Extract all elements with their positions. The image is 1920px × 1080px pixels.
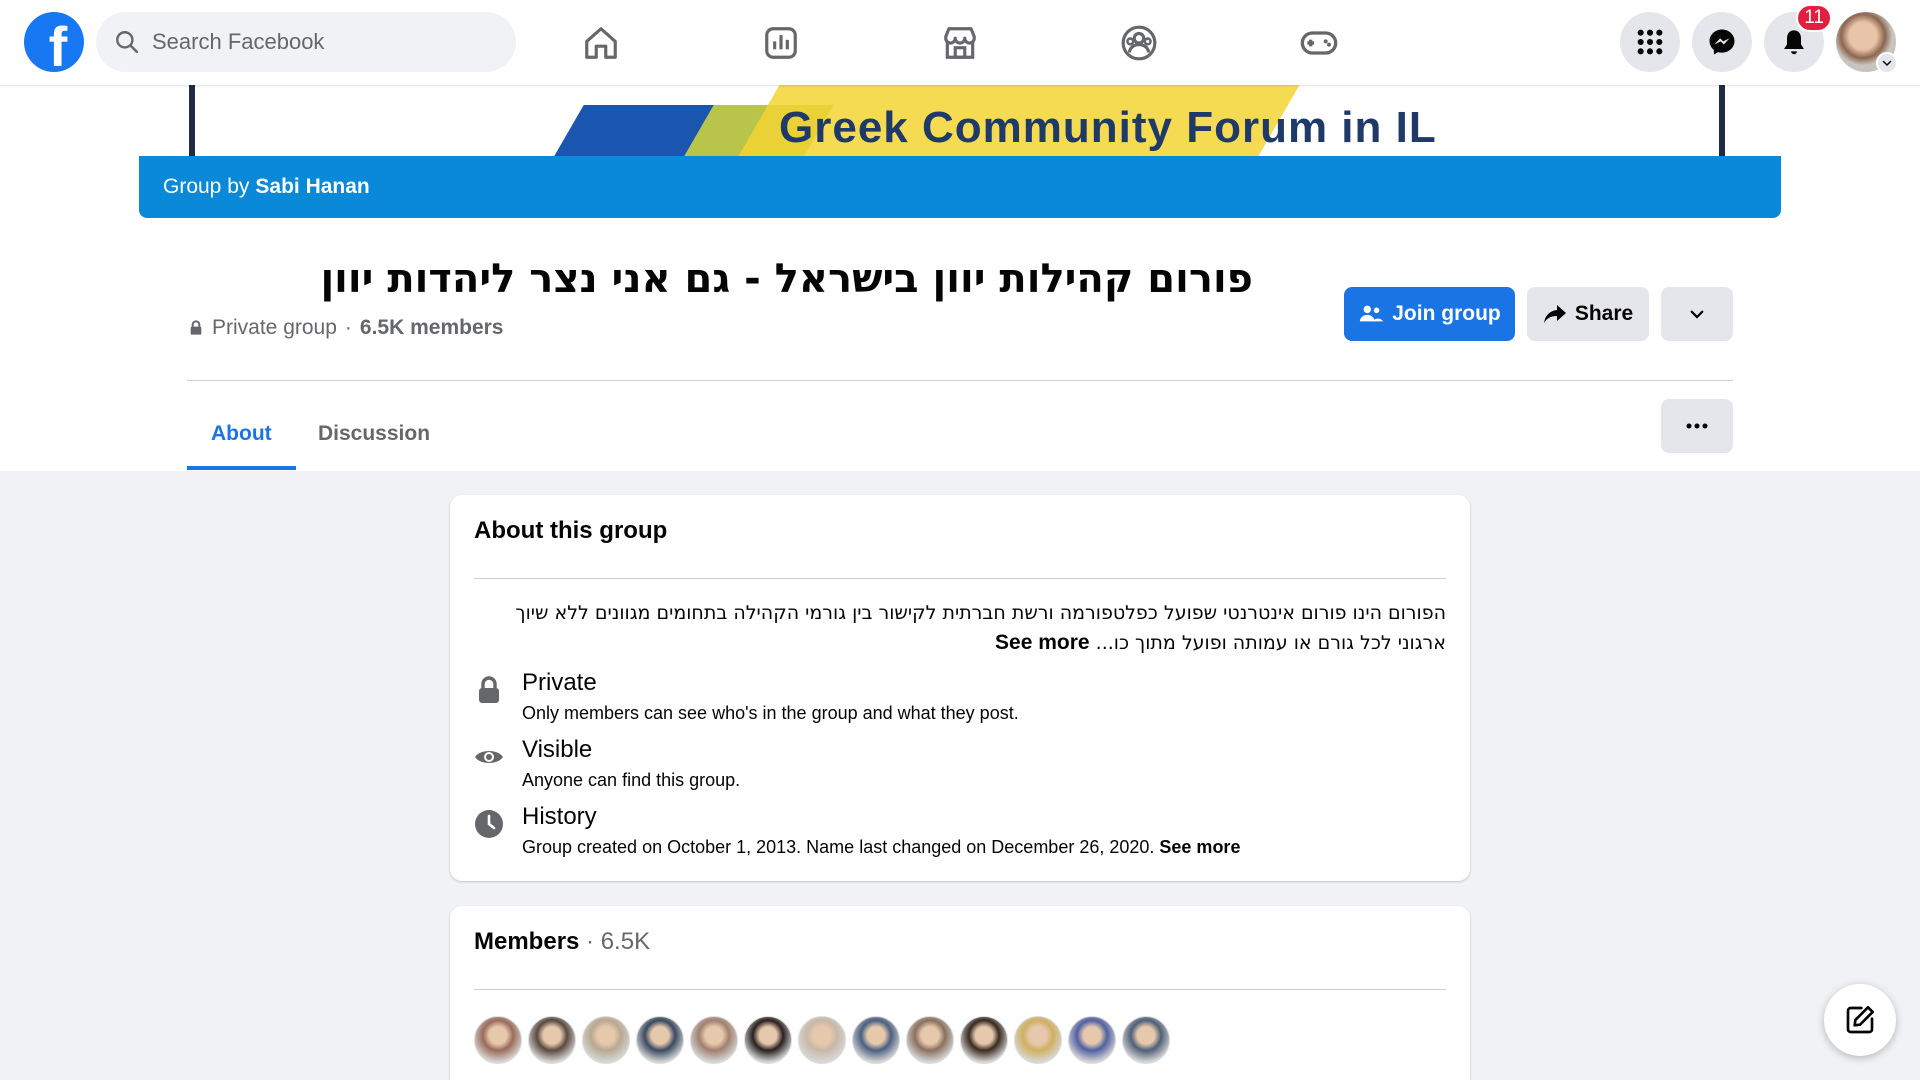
group-cover-photo[interactable]: Greek Community Forum in IL <box>139 85 1781 156</box>
members-heading: Members · 6.5K <box>474 928 650 956</box>
groups-icon[interactable] <box>1114 18 1164 68</box>
members-divider <box>474 989 1446 990</box>
member-avatar[interactable] <box>1122 1016 1170 1064</box>
description-line-2: ארגוני לכל גורם או עמותה ופועל מתוך כו..… <box>486 628 1446 658</box>
chevron-down-icon <box>1690 310 1704 319</box>
join-group-label: Join group <box>1392 302 1501 325</box>
member-avatar[interactable] <box>528 1016 576 1064</box>
share-button[interactable]: Share <box>1527 287 1649 341</box>
lock-icon <box>190 320 202 335</box>
member-avatar[interactable] <box>960 1016 1008 1064</box>
group-privacy-label[interactable]: Private group <box>212 316 337 340</box>
history-text: Group created on October 1, 2013. Name l… <box>522 837 1155 857</box>
member-avatar[interactable] <box>1068 1016 1116 1064</box>
cover-banner-text: Greek Community Forum in IL <box>779 103 1437 152</box>
search-input[interactable] <box>152 29 492 55</box>
member-avatar[interactable] <box>1014 1016 1062 1064</box>
notifications-button[interactable]: 11 <box>1764 4 1832 72</box>
tab-discussion[interactable]: Discussion <box>294 398 454 470</box>
group-member-count[interactable]: 6.5K members <box>360 316 504 340</box>
share-arrow-icon <box>1543 305 1566 323</box>
marketplace-icon[interactable] <box>935 18 985 68</box>
tab-about[interactable]: About <box>187 398 296 470</box>
history-title: History <box>522 803 597 830</box>
private-description: Only members can see who's in the group … <box>522 703 1019 723</box>
visible-title: Visible <box>522 736 593 763</box>
clock-icon <box>474 809 504 839</box>
tabs-more-button[interactable] <box>1661 399 1733 453</box>
facebook-logo-icon[interactable]: f <box>24 12 84 72</box>
cover-frame-left <box>189 85 195 156</box>
description-line-1: הפורום הינו פורום אינטרנטי שפועל כפלטפור… <box>515 602 1446 624</box>
about-group-card: About this group הפורום הינו פורום אינטר… <box>450 495 1470 881</box>
members-heading-separator: · <box>579 928 601 955</box>
member-avatar[interactable] <box>690 1016 738 1064</box>
member-avatar[interactable] <box>636 1016 684 1064</box>
search-box[interactable] <box>96 12 516 72</box>
cover-frame-right <box>1719 85 1725 156</box>
more-options-dropdown-button[interactable] <box>1661 287 1733 341</box>
about-divider <box>474 578 1446 579</box>
group-owner-link[interactable]: Sabi Hanan <box>255 175 369 199</box>
visible-description: Anyone can find this group. <box>522 770 741 790</box>
members-heading-label: Members <box>474 928 580 955</box>
top-navigation-bar: f 11 <box>0 0 1920 85</box>
history-description: Group created on October 1, 2013. Name l… <box>522 837 1240 858</box>
notification-count-badge: 11 <box>1796 4 1832 32</box>
gaming-icon[interactable] <box>1294 18 1344 68</box>
lock-icon <box>474 675 504 705</box>
description-line-2-text: ארגוני לכל גורם או עמותה ופועל מתוך כו..… <box>1095 632 1446 654</box>
group-meta: Private group · 6.5K members <box>188 316 503 340</box>
home-icon[interactable] <box>576 18 626 68</box>
private-title: Private <box>522 669 597 696</box>
join-group-button[interactable]: Join group <box>1344 287 1515 341</box>
member-avatar[interactable] <box>582 1016 630 1064</box>
search-icon <box>116 31 139 54</box>
menu-grid-icon[interactable] <box>1620 12 1680 72</box>
member-avatar[interactable] <box>474 1016 522 1064</box>
history-see-more-link[interactable]: See more <box>1159 837 1240 857</box>
pages-icon[interactable] <box>756 18 806 68</box>
compose-message-button[interactable] <box>1824 984 1896 1056</box>
group-by-prefix: Group by <box>163 175 250 198</box>
header-divider <box>187 380 1733 381</box>
member-avatar[interactable] <box>744 1016 792 1064</box>
members-card: Members · 6.5K <box>450 906 1470 1080</box>
bell-icon <box>1784 30 1804 55</box>
ellipsis-icon <box>1686 423 1708 429</box>
about-heading: About this group <box>474 517 668 544</box>
group-title[interactable]: פורום קהילות יוון בישראל - גם אני נצר לי… <box>320 256 1253 302</box>
join-group-icon <box>1360 305 1384 322</box>
description-see-more-link[interactable]: See more <box>995 631 1090 654</box>
group-description: הפורום הינו פורום אינטרנטי שפועל כפלטפור… <box>486 599 1446 658</box>
messenger-icon[interactable] <box>1692 12 1752 72</box>
member-avatar[interactable] <box>852 1016 900 1064</box>
member-avatar[interactable] <box>798 1016 846 1064</box>
compose-edit-icon <box>1846 1006 1874 1034</box>
eye-icon <box>474 742 504 772</box>
members-heading-count: 6.5K <box>600 928 651 955</box>
account-chevron-down-icon[interactable] <box>1876 52 1898 74</box>
member-avatar[interactable] <box>906 1016 954 1064</box>
group-by-bar: Group by Sabi Hanan <box>139 156 1781 218</box>
meta-separator: · <box>344 316 352 339</box>
share-label: Share <box>1574 302 1634 325</box>
member-avatar-list <box>474 1016 1170 1064</box>
